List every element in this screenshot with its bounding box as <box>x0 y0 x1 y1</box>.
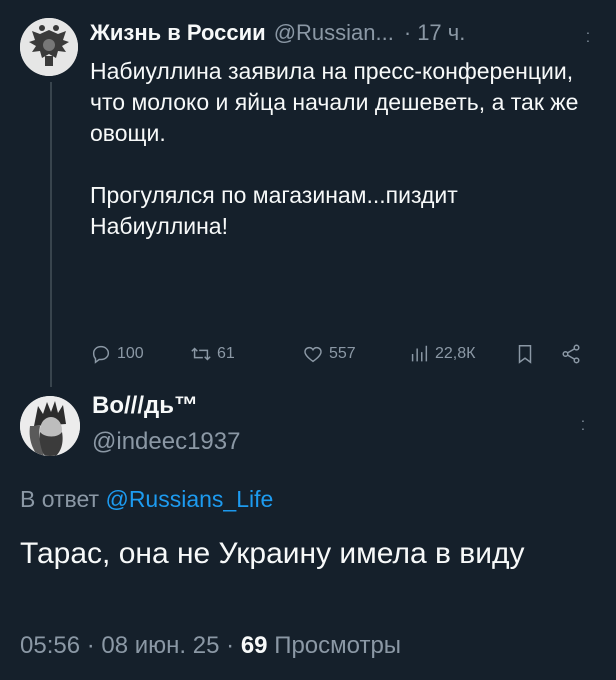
retweet-count: 61 <box>217 345 235 362</box>
tweet1-handle[interactable]: @Russian... <box>274 20 394 46</box>
tweet1-author-name[interactable]: Жизнь в России <box>90 20 266 46</box>
reply-icon <box>92 345 110 364</box>
tweet1-time-separator: · <box>403 20 412 45</box>
views-button[interactable]: 22,8К <box>408 343 475 365</box>
tweet1-text: Набиуллина заявила на пресс-конференции,… <box>90 58 579 239</box>
more-icon-2[interactable]: · · <box>578 413 588 435</box>
tweet2-handle[interactable]: @indeec1937 <box>92 428 240 456</box>
tweet2-views-label: Просмотры <box>274 632 402 659</box>
reply-to-link[interactable]: @Russians_Life <box>105 486 273 512</box>
meta-separator-2: · <box>226 632 235 659</box>
retweet-icon <box>191 347 211 361</box>
more-icon[interactable]: · · <box>583 25 593 47</box>
avatar-vod[interactable] <box>20 396 80 456</box>
tweet1-timestamp[interactable]: 17 ч. <box>417 20 465 46</box>
tweet2-author-name[interactable]: Во///дь™ <box>92 392 198 420</box>
share-button[interactable] <box>560 343 587 365</box>
portrait-icon <box>20 396 80 456</box>
tweet1-actions: 100 61 557 22,8К <box>90 343 600 371</box>
retweet-button[interactable]: 61 <box>190 343 235 365</box>
meta-separator: · <box>86 632 95 659</box>
like-button[interactable]: 557 <box>302 343 356 365</box>
heart-icon <box>304 346 322 363</box>
tweet2-date[interactable]: 08 июн. 25 <box>101 632 219 659</box>
tweet2-time[interactable]: 05:56 <box>20 632 80 659</box>
analytics-icon <box>411 345 428 362</box>
reply-prefix: В ответ <box>20 486 100 512</box>
coat-of-arms-icon <box>20 18 78 76</box>
bookmark-icon <box>518 345 532 364</box>
reply-count: 100 <box>117 345 144 362</box>
tweet2-views-count: 69 <box>240 632 268 659</box>
tweet1-header: Жизнь в России @Russian... · 17 ч. <box>90 20 596 46</box>
views-count: 22,8К <box>435 345 476 362</box>
reply-context: В ответ @Russians_Life <box>20 486 273 513</box>
share-icon <box>562 344 580 364</box>
tweet2-text: Тарас, она не Украину имела в виду <box>20 537 525 570</box>
like-count: 557 <box>329 345 356 362</box>
thread-connector-line <box>50 82 52 387</box>
reply-button[interactable]: 100 <box>90 343 144 365</box>
bookmark-button[interactable] <box>514 343 541 365</box>
tweet2-meta: 05:56 · 08 июн. 25 · 69 Просмотры <box>20 632 401 660</box>
avatar-russia[interactable] <box>20 18 78 76</box>
